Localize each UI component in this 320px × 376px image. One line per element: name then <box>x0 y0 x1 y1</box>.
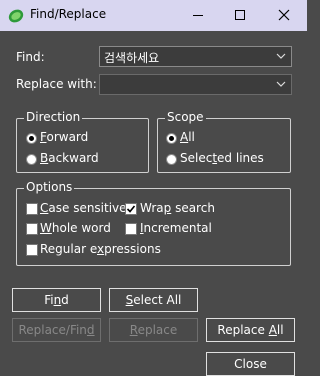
minimize-icon <box>193 15 203 16</box>
close-window-button[interactable] <box>266 0 302 31</box>
backward-label[interactable]: Backward <box>40 151 99 165</box>
checkmark-icon <box>126 205 136 213</box>
incremental-label[interactable]: Incremental <box>140 221 212 235</box>
title-bar: Find/Replace <box>0 0 307 31</box>
incremental-checkbox[interactable] <box>125 223 137 235</box>
minimize-button[interactable] <box>180 0 216 31</box>
case-sensitive-checkbox[interactable] <box>26 203 38 215</box>
close-icon <box>278 9 290 21</box>
maximize-icon <box>235 10 245 20</box>
replace-all-button[interactable]: Replace All <box>206 318 295 342</box>
selected-lines-radio[interactable] <box>166 154 177 165</box>
find-dropdown-button[interactable] <box>272 48 290 65</box>
backward-radio[interactable] <box>26 154 37 165</box>
replace-dropdown-button[interactable] <box>272 76 290 93</box>
whole-word-label[interactable]: Whole word <box>40 221 111 235</box>
select-all-button[interactable]: Select All <box>109 288 198 312</box>
forward-label[interactable]: Forward <box>40 130 88 144</box>
chevron-down-icon <box>276 81 286 87</box>
all-label[interactable]: All <box>180 130 195 144</box>
direction-group-title: Direction <box>24 110 83 124</box>
replace-find-button[interactable]: Replace/Find <box>12 318 101 342</box>
find-input[interactable]: 검색하세요 <box>104 49 159 66</box>
regular-expressions-checkbox[interactable] <box>26 244 38 256</box>
replace-label: Replace with: <box>16 77 97 91</box>
find-label: Find: <box>16 50 45 64</box>
regular-expressions-label[interactable]: Regular expressions <box>40 242 161 256</box>
find-button[interactable]: Find <box>12 288 101 312</box>
close-button[interactable]: Close <box>206 352 295 376</box>
options-group-title: Options <box>24 180 75 194</box>
find-combobox[interactable]: 검색하세요 <box>99 46 292 67</box>
whole-word-checkbox[interactable] <box>26 223 38 235</box>
all-radio[interactable] <box>166 133 177 144</box>
wrap-search-label[interactable]: Wrap search <box>140 201 215 215</box>
wrap-search-checkbox[interactable] <box>125 203 137 215</box>
forward-radio[interactable] <box>26 133 37 144</box>
maximize-button[interactable] <box>222 0 258 31</box>
selected-lines-label[interactable]: Selected lines <box>180 151 264 165</box>
scope-group-title: Scope <box>165 110 206 124</box>
replace-button[interactable]: Replace <box>109 318 198 342</box>
replace-combobox[interactable] <box>99 74 292 95</box>
chevron-down-icon <box>276 53 286 59</box>
forward-label-rest: orward <box>46 130 89 144</box>
window-title: Find/Replace <box>30 7 107 21</box>
case-sensitive-label[interactable]: Case sensitive <box>40 201 127 215</box>
app-leaf-icon <box>8 9 24 23</box>
